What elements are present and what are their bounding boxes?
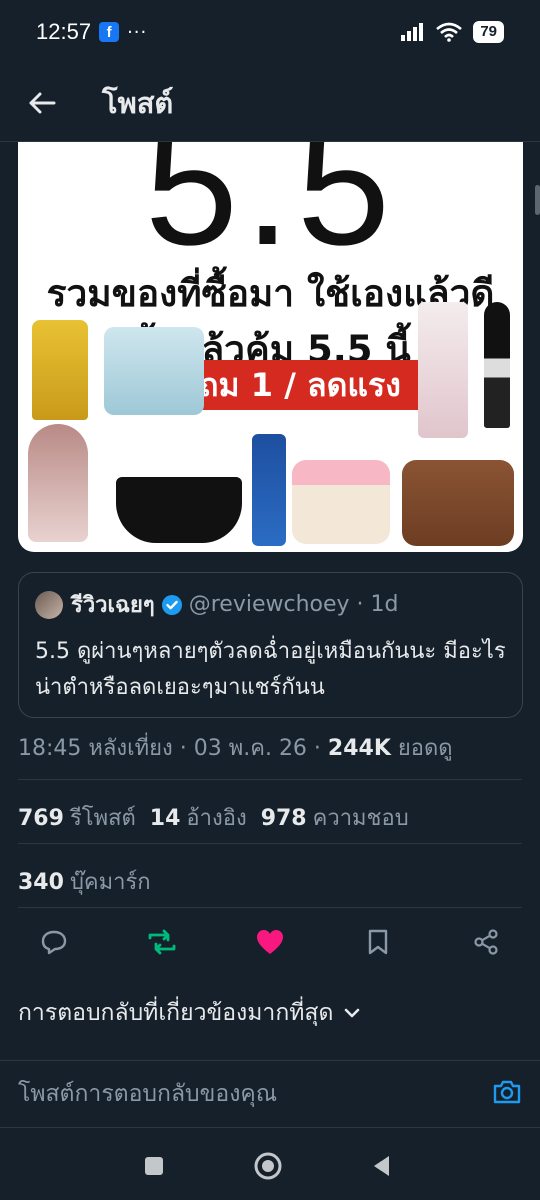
back-button[interactable]	[24, 85, 60, 121]
likes-count: 978	[260, 806, 307, 831]
bookmarks-label: บุ๊คมาร์ก	[69, 870, 151, 895]
system-navigation-bar	[0, 1128, 540, 1200]
quoted-post-text: 5.5 ดูผ่านๆหลายๆตัวลดฉ่ำอยู่เหมือนกันนะ …	[35, 639, 506, 700]
product-oil-bottle	[32, 320, 88, 420]
scrollbar[interactable]	[535, 185, 540, 215]
chevron-down-icon	[345, 1008, 360, 1018]
back-triangle-icon	[374, 1156, 389, 1176]
verified-badge-icon	[161, 594, 182, 615]
camera-button[interactable]	[492, 1079, 522, 1109]
share-icon	[474, 929, 498, 955]
reply-input[interactable]: โพสต์การตอบกลับของคุณ	[18, 1076, 277, 1112]
bookmark-button[interactable]	[356, 920, 400, 964]
reply-sort-dropdown[interactable]: การตอบกลับที่เกี่ยวข้องมากที่สุด	[18, 995, 361, 1031]
like-button[interactable]	[248, 920, 292, 964]
page-title: โพสต์	[102, 85, 174, 120]
back-system-button[interactable]	[366, 1150, 398, 1182]
product-lip-gloss	[28, 424, 88, 542]
post-image[interactable]: 5.5 รวมของที่ซื้อมา ใช้เองแล้วดี ซื้อแล้…	[18, 142, 523, 552]
arrow-left-icon	[29, 92, 56, 113]
quotes-count: 14	[149, 806, 181, 831]
share-button[interactable]	[464, 920, 508, 964]
image-headline: 5.5	[144, 142, 397, 280]
camera-icon	[493, 1080, 521, 1104]
quotes-label: อ้างอิง	[186, 806, 247, 831]
product-serum-box	[418, 302, 468, 438]
bookmarks-stat[interactable]: 340 บุ๊คมาร์ก	[18, 864, 151, 899]
product-handbag	[402, 460, 514, 546]
post-meta: 18:45 หลังเที่ยง · 03 พ.ค. 26 · 244K ยอด…	[18, 730, 453, 765]
bookmark-icon	[368, 929, 388, 955]
reply-button[interactable]	[32, 920, 76, 964]
divider	[18, 843, 522, 844]
recents-button[interactable]	[138, 1150, 170, 1182]
reply-icon	[41, 930, 67, 955]
heart-icon	[257, 930, 283, 954]
quoted-post-header: รีวิวเฉยๆ @reviewchoey · 1d	[35, 587, 506, 622]
status-bar: 12:57 f ··· 79	[0, 0, 540, 64]
product-body-scrub	[292, 460, 390, 544]
top-nav-bar: โพสต์	[0, 64, 540, 142]
bookmarks-count: 340	[18, 870, 64, 895]
battery-indicator: 79	[473, 21, 504, 43]
quoted-post[interactable]: รีวิวเฉยๆ @reviewchoey · 1d 5.5 ดูผ่านๆห…	[18, 572, 523, 718]
clock: 12:57	[36, 19, 92, 44]
recents-icon	[145, 1157, 163, 1175]
avatar[interactable]	[35, 590, 63, 619]
views-label: ยอดดู	[397, 736, 453, 761]
quoted-author-name[interactable]: รีวิวเฉยๆ	[71, 587, 155, 622]
product-cream-jar	[104, 327, 204, 415]
reply-composer[interactable]: โพสต์การตอบกลับของคุณ	[0, 1060, 540, 1128]
reposts-stat[interactable]: 769 รีโพสต์	[18, 800, 136, 835]
repost-icon	[148, 929, 176, 955]
quotes-stat[interactable]: 14 อ้างอิง	[150, 800, 247, 835]
reposts-count: 769	[18, 806, 64, 831]
divider	[18, 907, 522, 908]
bookmark-stats: 340 บุ๊คมาร์ก	[18, 864, 151, 899]
repost-button[interactable]	[140, 920, 184, 964]
quoted-author-handle: @reviewchoey · 1d	[188, 592, 399, 617]
wifi-icon	[436, 22, 463, 42]
post-action-bar	[0, 920, 540, 964]
home-icon	[254, 1152, 282, 1180]
divider	[18, 779, 522, 780]
engagement-stats: 769 รีโพสต์ 14 อ้างอิง 978 ความชอบ	[18, 800, 409, 835]
home-button[interactable]	[252, 1150, 284, 1182]
facebook-notification-icon: f	[99, 22, 120, 42]
more-notifications-indicator: ···	[127, 21, 148, 43]
likes-stat[interactable]: 978 ความชอบ	[261, 800, 409, 835]
signal-icon	[401, 23, 424, 41]
likes-label: ความชอบ	[312, 806, 409, 831]
product-bra	[116, 477, 242, 543]
product-lotion-bottle	[252, 434, 286, 546]
product-brush	[484, 302, 510, 428]
reposts-label: รีโพสต์	[69, 806, 136, 831]
post-timestamp: 18:45 หลังเที่ยง · 03 พ.ค. 26 ·	[18, 736, 328, 761]
views-count: 244K	[327, 736, 391, 761]
reply-sort-label: การตอบกลับที่เกี่ยวข้องมากที่สุด	[18, 1000, 334, 1026]
